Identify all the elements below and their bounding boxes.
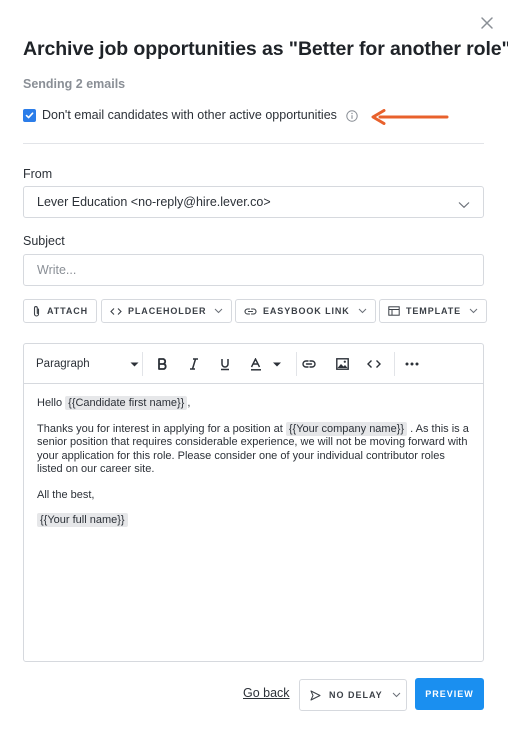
signoff-line: All the best, — [37, 488, 95, 501]
go-back-link[interactable]: Go back — [243, 686, 290, 700]
toolbar-separator — [394, 352, 395, 376]
paperclip-icon — [32, 305, 41, 317]
link-icon[interactable] — [299, 344, 319, 384]
from-value: Lever Education <no-reply@hire.lever.co> — [37, 195, 271, 209]
email-body[interactable]: Hello {{Candidate first name}}, Thanks y… — [24, 384, 483, 528]
template-icon — [388, 306, 400, 316]
placeholder-label: PLACEHOLDER — [128, 306, 207, 316]
annotation-arrow-icon — [370, 109, 450, 130]
image-icon[interactable] — [332, 344, 352, 384]
toolbar-separator — [296, 352, 297, 376]
skip-active-checkbox[interactable] — [23, 108, 36, 122]
paragraph-style-label: Paragraph — [36, 358, 90, 370]
checkmark-icon — [25, 111, 34, 118]
bold-icon[interactable] — [152, 344, 172, 384]
more-options-icon[interactable] — [402, 344, 422, 384]
italic-icon[interactable] — [184, 344, 204, 384]
send-arrow-icon — [310, 690, 321, 701]
template-button[interactable]: TEMPLATE — [379, 299, 488, 323]
skip-active-label[interactable]: Don't email candidates with other active… — [42, 108, 337, 122]
dialog-title: Archive job opportunities as "Better for… — [23, 38, 508, 60]
candidate-name-token[interactable]: {{Candidate first name}} — [65, 396, 188, 410]
signature-line: {{Your full name}} — [37, 513, 470, 528]
text-color-icon — [250, 357, 281, 371]
editor-toolbar: Paragraph — [24, 344, 483, 384]
chevron-down-icon — [214, 308, 223, 314]
email-editor: Paragraph Hello {{Candidate first name}}… — [23, 343, 484, 662]
paragraph-style-select[interactable]: Paragraph — [36, 344, 139, 384]
text-color-dropdown[interactable] — [246, 344, 286, 384]
toolbar-separator — [142, 352, 143, 376]
from-select[interactable]: Lever Education <no-reply@hire.lever.co> — [23, 186, 484, 218]
email-count: Sending 2 emails — [23, 77, 126, 91]
placeholder-button[interactable]: PLACEHOLDER — [101, 299, 233, 323]
delay-label: NO DELAY — [329, 690, 383, 700]
body-paragraph: Thanks you for interest in applying for … — [37, 421, 470, 477]
chevron-down-icon — [358, 308, 367, 314]
subject-label: Subject — [23, 234, 65, 248]
from-label: From — [23, 167, 53, 181]
greeting-line: Hello {{Candidate first name}}, — [37, 396, 470, 411]
subject-input[interactable] — [23, 254, 484, 286]
template-label: TEMPLATE — [406, 306, 462, 316]
link-icon — [244, 307, 257, 316]
easybook-label: EASYBOOK LINK — [263, 306, 350, 316]
send-delay-dropdown[interactable]: NO DELAY — [299, 679, 407, 711]
company-name-token[interactable]: {{Your company name}} — [285, 421, 408, 436]
code-icon[interactable] — [363, 344, 385, 384]
info-icon[interactable] — [346, 109, 358, 122]
skip-active-candidates-option: Don't email candidates with other active… — [23, 108, 358, 122]
easybook-link-button[interactable]: EASYBOOK LINK — [235, 299, 376, 323]
full-name-token[interactable]: {{Your full name}} — [37, 513, 128, 527]
chevron-down-icon — [469, 308, 478, 314]
body-text-start: Thanks you for interest in applying for … — [37, 422, 283, 435]
chevron-down-icon — [458, 198, 470, 212]
code-brackets-icon — [110, 307, 122, 316]
preview-button[interactable]: PREVIEW — [415, 678, 484, 710]
close-icon[interactable] — [478, 14, 496, 32]
attach-label: ATTACH — [47, 306, 89, 316]
underline-icon[interactable] — [215, 344, 235, 384]
greeting-text: Hello — [37, 397, 63, 409]
attach-button[interactable]: ATTACH — [23, 299, 98, 323]
greeting-end: , — [187, 397, 191, 409]
chevron-down-icon — [392, 692, 401, 698]
caret-down-icon — [130, 358, 139, 370]
divider — [23, 143, 484, 144]
